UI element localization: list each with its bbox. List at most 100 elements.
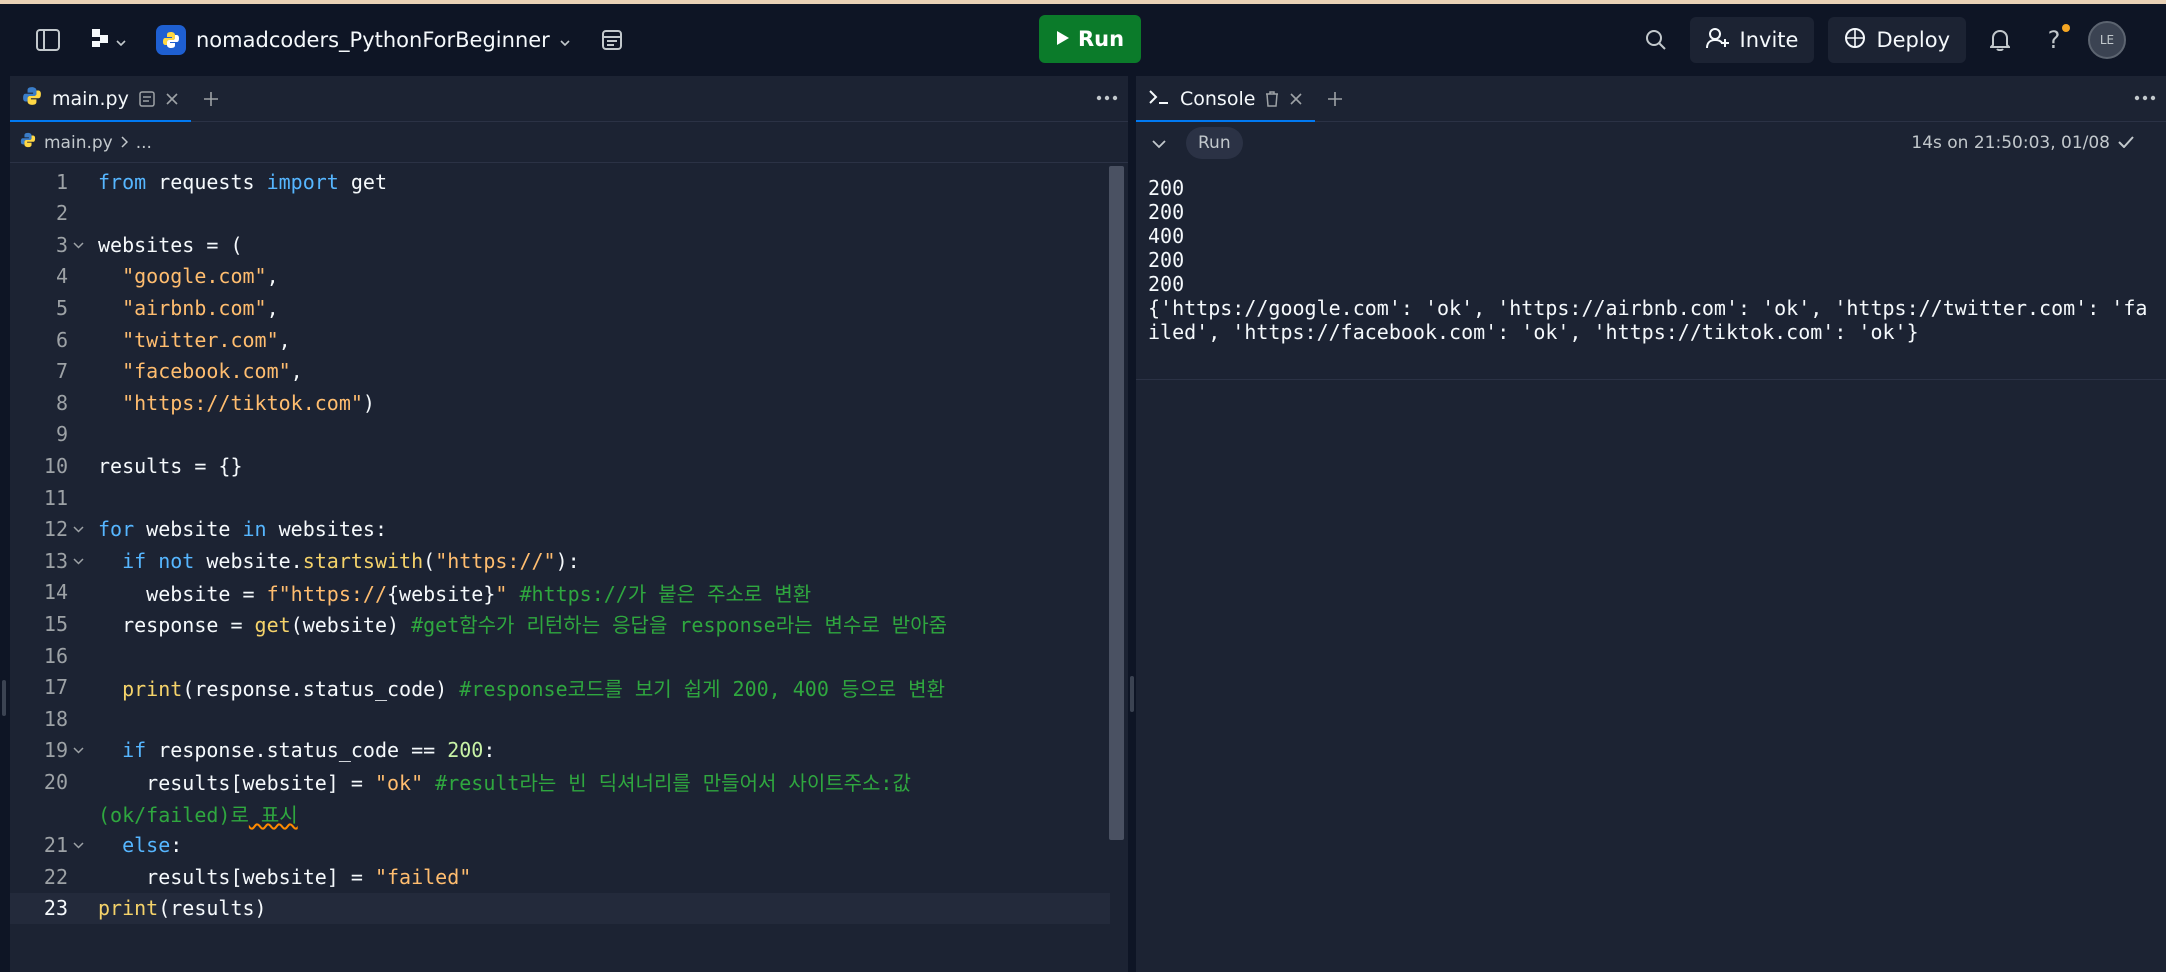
plus-icon[interactable] [1315, 76, 1355, 122]
code-text: print(results) [98, 896, 267, 920]
code-line[interactable]: 20 results[website] = "ok" #result라는 빈 딕… [10, 766, 1110, 797]
run-status: 14s on 21:50:03, 01/08 [1911, 123, 2134, 163]
chevron-right-icon [121, 133, 128, 153]
line-number: 15 [43, 611, 68, 636]
code-token: if [122, 738, 147, 763]
code-line[interactable]: 7 "facebook.com", [10, 356, 1110, 387]
code-line[interactable]: 9 [10, 419, 1110, 450]
more-icon[interactable] [1096, 86, 1118, 105]
close-icon[interactable] [165, 92, 179, 106]
python-icon [22, 86, 42, 111]
code-editor[interactable]: 1 from requests import get 2 3 websites = (4… [10, 166, 1110, 966]
code-line[interactable]: 11 [10, 482, 1110, 513]
project-switcher[interactable]: nomadcoders_PythonForBeginner [148, 18, 578, 62]
bell-icon[interactable] [1980, 20, 2020, 60]
code-line[interactable]: 4 "google.com", [10, 261, 1110, 292]
top-bar: nomadcoders_PythonForBeginner Run Invite [0, 4, 2166, 76]
code-token: ( [423, 548, 436, 573]
code-token: results = {} [98, 453, 243, 478]
console-icon [1148, 88, 1170, 110]
line-number: 17 [43, 675, 68, 700]
pane-resize-handle[interactable] [1130, 676, 1134, 712]
code-line[interactable]: 16 [10, 640, 1110, 671]
invite-button[interactable]: Invite [1689, 17, 1815, 63]
avatar[interactable]: LE [2088, 21, 2126, 59]
code-token: from [98, 169, 147, 194]
plus-icon[interactable] [191, 76, 231, 122]
code-line[interactable]: 14 website = f"https://{website}" #https… [10, 577, 1110, 608]
workspace-menu-button[interactable] [82, 20, 134, 60]
deploy-button[interactable]: Deploy [1828, 17, 1966, 63]
code-token: f"https:// [266, 581, 387, 606]
editor-scrollbar[interactable] [1109, 166, 1124, 840]
line-number: 23 [43, 896, 68, 921]
code-token: : [170, 833, 183, 858]
breadcrumb-file[interactable]: main.py [44, 133, 113, 153]
files-icon[interactable] [592, 20, 632, 60]
console-run-chip[interactable]: Run [1186, 127, 1243, 159]
tab-main-py[interactable]: main.py [10, 76, 191, 122]
line-number: 22 [43, 864, 68, 889]
trash-icon[interactable] [1265, 90, 1279, 107]
fold-chevron-icon[interactable] [73, 521, 84, 537]
code-line[interactable]: 5 "airbnb.com", [10, 292, 1110, 323]
code-token: 표시 [248, 803, 298, 827]
code-line[interactable]: 6 "twitter.com", [10, 324, 1110, 355]
workspace-icon [90, 27, 112, 53]
code-token: " [495, 581, 508, 606]
line-number: 5 [55, 295, 68, 320]
code-line[interactable]: 10 results = {} [10, 450, 1110, 481]
code-line[interactable]: 23 print(results) [10, 892, 1110, 924]
python-icon [20, 132, 36, 153]
code-token: website = [98, 581, 267, 606]
fold-chevron-icon[interactable] [73, 237, 84, 253]
sidebar-toggle-icon[interactable] [28, 20, 68, 60]
code-line[interactable]: 15 response = get(website) #get함수가 리턴하는 … [10, 608, 1110, 639]
deploy-icon [1844, 27, 1866, 54]
code-text: from requests import get [98, 170, 387, 194]
code-text: for website in websites: [98, 517, 387, 541]
code-line[interactable]: (ok/failed)로 표시 [10, 798, 1110, 829]
code-line[interactable]: 18 [10, 703, 1110, 734]
code-token: import [266, 169, 339, 194]
code-line[interactable]: 21 else: [10, 830, 1110, 861]
code-token: websites = ( [98, 232, 243, 257]
search-icon[interactable] [1636, 20, 1676, 60]
code-text: if response.status_code == 200: [98, 738, 495, 762]
help-icon[interactable]: ? [2034, 20, 2074, 60]
line-number: 12 [43, 517, 68, 542]
code-line[interactable]: 1 from requests import get [10, 166, 1110, 197]
more-icon[interactable] [2134, 86, 2156, 105]
code-token: (results) [158, 896, 267, 921]
project-logo-icon [156, 25, 186, 55]
code-line[interactable]: 22 results[website] = "failed" [10, 861, 1110, 892]
code-text: else: [98, 833, 182, 857]
code-line[interactable]: 8 "https://tiktok.com") [10, 387, 1110, 418]
code-token: , [290, 359, 303, 384]
code-line[interactable]: 2 [10, 198, 1110, 229]
code-line[interactable]: 19 if response.status_code == 200: [10, 735, 1110, 766]
file-info-icon[interactable] [139, 90, 155, 107]
breadcrumb-more[interactable]: ... [136, 133, 152, 153]
tab-console[interactable]: Console [1136, 76, 1316, 122]
code-line[interactable]: 13 if not website.startswith("https://")… [10, 545, 1110, 576]
code-line[interactable]: 12 for website in websites: [10, 514, 1110, 545]
run-button-label: Run [1077, 27, 1125, 51]
fold-chevron-icon[interactable] [73, 837, 84, 853]
left-resize-handle[interactable] [2, 680, 6, 716]
chevron-down-icon[interactable] [1146, 134, 1172, 153]
fold-chevron-icon[interactable] [73, 742, 84, 758]
code-token: print [122, 676, 183, 701]
close-icon[interactable] [1289, 92, 1303, 106]
fold-chevron-icon[interactable] [73, 553, 84, 569]
console-toolbar: Run 14s on 21:50:03, 01/08 [1136, 123, 2166, 163]
code-line[interactable]: 3 websites = ( [10, 229, 1110, 260]
pane-divider[interactable] [1128, 76, 1136, 972]
code-line[interactable]: 17 print(response.status_code) #response… [10, 672, 1110, 703]
run-button[interactable]: Run [1039, 15, 1141, 63]
